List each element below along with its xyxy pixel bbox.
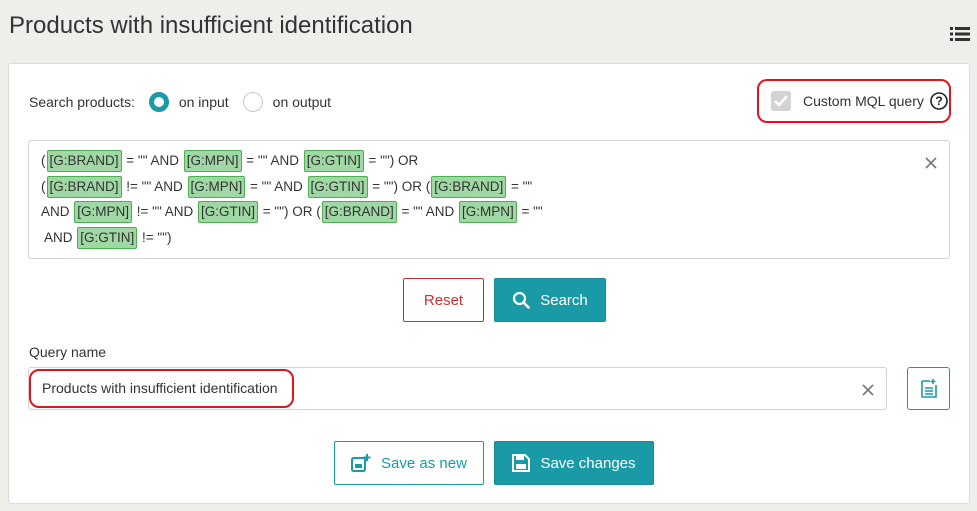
query-line-2: ([G:BRAND] != "" AND [G:MPN] = "" AND [G…	[41, 174, 909, 200]
save-changes-label: Save changes	[540, 454, 636, 472]
query-line-3: AND [G:MPN] != "" AND [G:GTIN] = "") OR …	[41, 199, 909, 225]
query-tag[interactable]: [G:MPN]	[458, 201, 517, 223]
query-tag[interactable]: [G:BRAND]	[46, 150, 122, 172]
search-products-label: Search products:	[29, 94, 135, 110]
query-tag[interactable]: [G:MPN]	[183, 150, 242, 172]
query-panel: Search products: on input on output Cust…	[8, 63, 970, 504]
query-tag[interactable]: [G:MPN]	[74, 201, 133, 223]
query-text: = "") OR (	[259, 204, 321, 219]
clear-name-icon[interactable]	[861, 383, 875, 397]
query-text: AND	[41, 204, 74, 219]
query-text: AND	[41, 229, 77, 245]
query-tag[interactable]: [G:GTIN]	[77, 226, 138, 249]
query-tag[interactable]: [G:BRAND]	[431, 175, 507, 198]
radio-on-output-label: on output	[272, 94, 332, 110]
list-icon[interactable]	[950, 26, 970, 42]
question-circle-icon[interactable]: ?	[930, 92, 948, 110]
save-as-new-label: Save as new	[381, 454, 467, 472]
search-mode-row: Search products: on input on output	[29, 91, 345, 113]
custom-mql-label: Custom MQL query	[803, 93, 924, 109]
notes-button[interactable]	[907, 367, 950, 410]
query-text: = "") OR (	[368, 178, 431, 194]
document-notes-icon	[920, 378, 937, 398]
save-icon	[512, 454, 531, 472]
query-text: = "" AND	[122, 153, 183, 168]
add-save-icon	[351, 454, 371, 472]
svg-text:?: ?	[935, 94, 942, 108]
query-name-input[interactable]: Products with insufficient identificatio…	[28, 367, 887, 410]
query-text: = ""	[517, 204, 543, 219]
query-text: (	[41, 153, 46, 168]
mql-query-editor[interactable]: ([G:BRAND] = "" AND [G:MPN] = "" AND [G:…	[28, 140, 950, 259]
query-tag[interactable]: [G:MPN]	[187, 175, 246, 198]
query-text: = "" AND	[397, 204, 458, 219]
query-tag[interactable]: [G:GTIN]	[307, 175, 368, 198]
radio-on-input-circle[interactable]	[148, 92, 169, 112]
query-tag[interactable]: [G:GTIN]	[198, 201, 259, 223]
query-text: != "" AND	[122, 178, 187, 194]
query-text: = "" AND	[246, 178, 307, 194]
reset-button[interactable]: Reset	[403, 278, 484, 322]
query-name-label: Query name	[29, 344, 107, 360]
query-text: = "" AND	[242, 153, 303, 168]
search-icon	[513, 291, 530, 309]
query-text: != "")	[138, 229, 172, 245]
query-name-value[interactable]: Products with insufficient identificatio…	[42, 380, 278, 396]
query-text: = "") OR	[364, 153, 419, 168]
search-button[interactable]: Search	[494, 278, 606, 322]
custom-mql-toggle[interactable]: Custom MQL query ?	[757, 79, 951, 123]
search-button-label: Search	[540, 291, 588, 309]
save-as-new-button[interactable]: Save as new	[334, 441, 484, 485]
page-title: Products with insufficient identificatio…	[9, 12, 413, 39]
clear-query-icon[interactable]	[924, 156, 938, 170]
query-tag[interactable]: [G:BRAND]	[46, 175, 122, 198]
query-text: != "" AND	[133, 204, 198, 219]
radio-on-input-label: on input	[178, 94, 229, 110]
radio-on-input[interactable]: on input	[148, 92, 229, 112]
query-tag[interactable]: [G:GTIN]	[303, 150, 364, 172]
save-changes-button[interactable]: Save changes	[494, 441, 654, 485]
query-line-1: ([G:BRAND] = "" AND [G:MPN] = "" AND [G:…	[41, 148, 909, 174]
query-line-4: AND [G:GTIN] != "")	[41, 225, 909, 251]
custom-mql-checkbox[interactable]	[771, 91, 791, 111]
radio-on-output[interactable]: on output	[242, 92, 332, 112]
query-text: = ""	[507, 178, 533, 194]
query-tag[interactable]: [G:BRAND]	[321, 201, 397, 223]
query-text: (	[41, 178, 46, 194]
radio-on-output-circle[interactable]	[242, 92, 263, 112]
